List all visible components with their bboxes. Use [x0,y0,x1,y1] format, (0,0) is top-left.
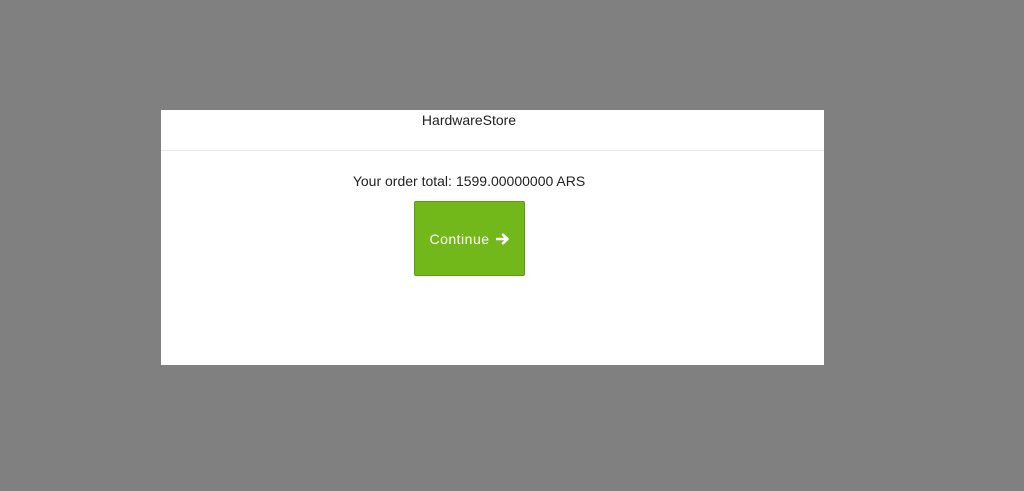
store-name: HardwareStore [421,112,517,128]
arrow-right-icon [495,233,509,244]
modal-header: HardwareStore [161,110,824,151]
order-total-amount: 1599.00000000 ARS [455,173,586,189]
continue-button-label: Continue [429,230,490,247]
continue-button[interactable]: Continue [414,201,525,276]
checkout-modal: HardwareStore Your order total: 1599.0000… [161,110,824,365]
order-total: Your order total: 1599.00000000 ARS [161,173,777,189]
order-total-label: Your order total: [352,173,452,189]
